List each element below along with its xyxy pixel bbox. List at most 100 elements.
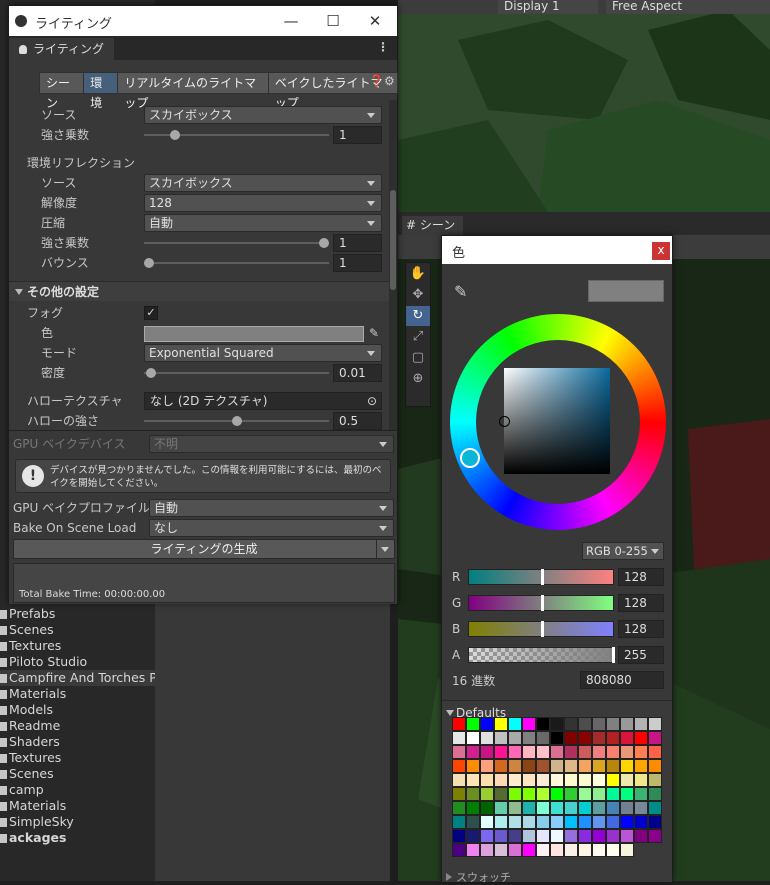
project-tree-item[interactable]: camp [0,782,155,798]
color-swatch[interactable] [466,815,480,829]
color-swatch[interactable] [466,829,480,843]
color-swatch[interactable] [508,787,522,801]
color-swatch[interactable] [620,731,634,745]
project-tree-item[interactable]: Materials [0,798,155,814]
color-swatch[interactable] [648,745,662,759]
color-swatch[interactable] [592,759,606,773]
aspect-dropdown[interactable]: Free Aspect [606,0,770,14]
eyedropper-icon[interactable]: ✎ [454,282,467,301]
channel-value-field[interactable]: 255 [618,646,664,664]
color-swatch[interactable] [536,717,550,731]
saturation-value-square[interactable] [504,368,610,474]
color-swatch[interactable] [508,745,522,759]
color-swatch[interactable] [494,745,508,759]
color-swatch[interactable] [494,759,508,773]
fog-mode-dropdown[interactable]: Exponential Squared [144,344,382,362]
color-swatch[interactable] [466,759,480,773]
color-swatch[interactable] [494,787,508,801]
channel-value-field[interactable]: 128 [618,568,664,586]
project-tree-item[interactable]: Scenes [0,766,155,782]
color-swatch[interactable] [508,843,522,857]
slider-knob[interactable] [612,647,615,663]
color-swatch[interactable] [452,759,466,773]
hue-marker[interactable] [460,448,480,468]
color-swatch[interactable] [606,731,620,745]
scale-tool-icon[interactable]: ⤢ [406,327,430,347]
color-swatch[interactable] [592,829,606,843]
color-swatch[interactable] [592,801,606,815]
slider-knob[interactable] [540,595,544,611]
color-swatch[interactable] [648,717,662,731]
channel-slider-r[interactable] [468,569,614,585]
color-swatch[interactable] [620,717,634,731]
color-swatch[interactable] [550,787,564,801]
color-swatch[interactable] [578,773,592,787]
color-swatch[interactable] [550,759,564,773]
color-swatch[interactable] [592,717,606,731]
color-swatch[interactable] [480,731,494,745]
close-icon[interactable]: ✕ [363,10,387,32]
color-swatch[interactable] [592,745,606,759]
project-tree-item[interactable]: SimpleSky [0,814,155,830]
slider-knob[interactable] [144,258,154,268]
halo-texture-field[interactable]: なし (2D テクスチャ) ⊙ [144,392,382,410]
color-swatch[interactable] [466,843,480,857]
color-swatch[interactable] [452,745,466,759]
minimize-icon[interactable]: — [279,10,303,32]
color-swatch[interactable] [634,759,648,773]
color-swatch[interactable] [480,745,494,759]
tab-scene[interactable]: # シーン [402,216,464,235]
color-swatch[interactable] [508,801,522,815]
color-mode-dropdown[interactable]: RGB 0-255 [582,542,664,560]
color-swatch[interactable] [550,773,564,787]
compression-dropdown[interactable]: 自動 [144,214,382,232]
color-swatch[interactable] [452,801,466,815]
display-dropdown[interactable]: Display 1 [498,0,598,14]
subtab-realtime-lightmaps[interactable]: リアルタイムのライトマップ [117,72,269,110]
color-swatch[interactable] [634,829,648,843]
color-swatch[interactable] [494,717,508,731]
color-swatch[interactable] [578,717,592,731]
color-swatch[interactable] [634,745,648,759]
slider-knob[interactable] [170,130,181,140]
subtab-scene[interactable]: シーン [39,72,85,110]
gpu-profile-dropdown[interactable]: 自動 [149,499,394,517]
color-swatch[interactable] [522,731,536,745]
color-swatch[interactable] [480,787,494,801]
color-swatch[interactable] [522,787,536,801]
hex-field[interactable]: 808080 [580,671,664,689]
color-swatch[interactable] [452,829,466,843]
color-swatch[interactable] [564,731,578,745]
subtab-environment[interactable]: 環境 [83,72,119,110]
rotate-tool-icon[interactable]: ↻ [406,306,430,326]
color-swatch[interactable] [578,759,592,773]
color-swatch[interactable] [634,773,648,787]
color-swatch[interactable] [620,801,634,815]
color-swatch[interactable] [452,717,466,731]
project-tree-item[interactable]: Piloto Studio [0,654,155,670]
slider-knob[interactable] [231,416,242,426]
bounces-field[interactable]: 1 [333,254,382,272]
color-swatch[interactable] [480,801,494,815]
color-swatch[interactable] [536,773,550,787]
color-swatch[interactable] [494,843,508,857]
color-swatch[interactable] [648,801,662,815]
color-swatch[interactable] [564,815,578,829]
color-swatch[interactable] [550,745,564,759]
kebab-menu-icon[interactable]: ⋮ [377,40,389,54]
color-swatch[interactable] [606,745,620,759]
color-swatch[interactable] [592,773,606,787]
slider-knob[interactable] [540,621,544,637]
color-swatch[interactable] [648,815,662,829]
color-swatch[interactable] [494,773,508,787]
color-swatch[interactable] [592,815,606,829]
color-swatch[interactable] [494,829,508,843]
color-picker-titlebar[interactable]: 色 x [442,236,672,264]
color-swatch[interactable] [522,759,536,773]
channel-slider-b[interactable] [468,621,614,637]
project-tree-item[interactable]: Prefabs [0,606,155,622]
color-swatch[interactable] [508,717,522,731]
color-swatch[interactable] [606,801,620,815]
color-swatch[interactable] [480,829,494,843]
color-swatch[interactable] [494,815,508,829]
